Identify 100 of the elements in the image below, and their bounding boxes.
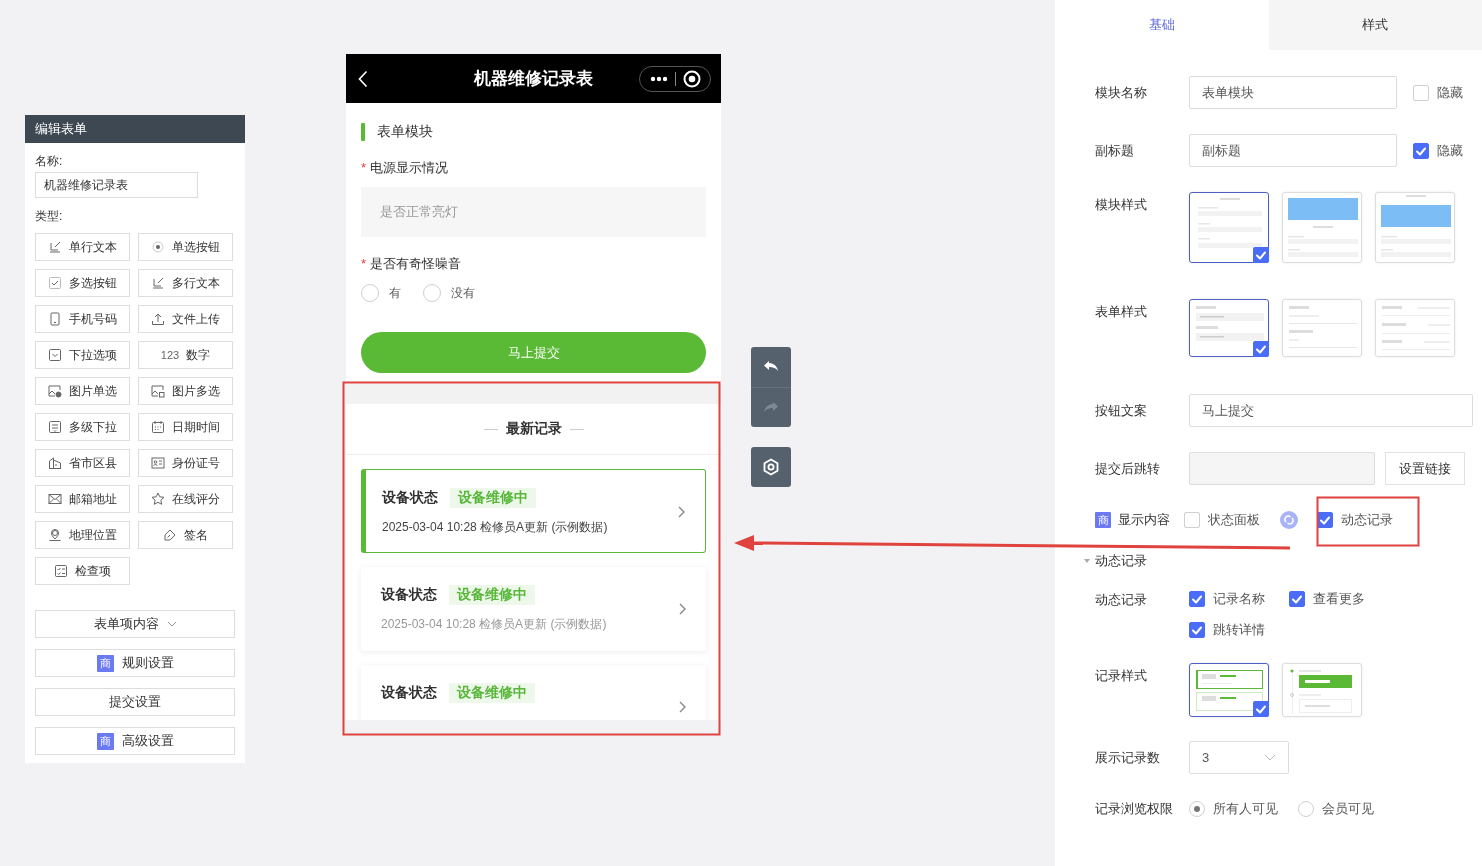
field-type-button[interactable]: 多行文本 xyxy=(138,269,233,297)
field-type-button[interactable]: 邮箱地址 xyxy=(35,485,130,513)
module-title: 表单模块 xyxy=(377,123,433,141)
field-type-button[interactable]: 地理位置 xyxy=(35,521,130,549)
status-tag: 设备维修中 xyxy=(449,585,535,605)
envelope-icon xyxy=(48,492,62,506)
field-label: 提交后跳转 xyxy=(1095,459,1161,478)
field-type-button[interactable]: 图片单选 xyxy=(35,377,130,405)
layout-preview-drawing xyxy=(1289,306,1357,348)
premium-badge: 商 xyxy=(1095,512,1111,528)
premium-badge: 商 xyxy=(96,732,114,750)
field-type-button[interactable]: 文件上传 xyxy=(138,305,233,333)
radio-button[interactable] xyxy=(423,284,441,302)
record-card[interactable]: 设备状态 设备维修中 xyxy=(361,665,706,720)
location-icon xyxy=(48,528,62,542)
field-type-button[interactable]: 身份证号 xyxy=(138,449,233,477)
premium-badge: 商 xyxy=(96,654,114,672)
field-label: 模块名称 xyxy=(1095,83,1148,102)
style-thumbnail[interactable] xyxy=(1189,192,1269,263)
layout-preview-drawing xyxy=(1288,198,1358,257)
radio-label: 会员可见 xyxy=(1322,800,1374,818)
settings-button[interactable] xyxy=(751,447,791,487)
status-tag: 设备维修中 xyxy=(450,488,536,508)
checkbox[interactable] xyxy=(1413,142,1429,159)
checkbox-icon xyxy=(48,276,62,290)
section-button[interactable]: 表单项内容 xyxy=(35,610,235,638)
question-label: 电源显示情况 xyxy=(370,159,449,177)
field-label: 副标题 xyxy=(1095,141,1135,160)
field-type-button[interactable]: 在线评分 xyxy=(138,485,233,513)
image-icon xyxy=(151,384,165,398)
field-type-button[interactable]: 单行文本 xyxy=(35,233,130,261)
field-type-button[interactable]: 单选按钮 xyxy=(138,233,233,261)
name-input[interactable]: 机器维修记录表 xyxy=(35,172,198,198)
edit-icon xyxy=(48,240,62,254)
record-title: 设备状态 xyxy=(382,489,438,507)
back-icon[interactable] xyxy=(358,69,368,88)
radio-button[interactable] xyxy=(361,284,379,302)
chevron-down-icon xyxy=(166,621,177,627)
checkbox[interactable] xyxy=(1289,591,1305,607)
record-card[interactable]: 设备状态 设备维修中 2025-03-04 10:28 检修员A更新 (示例数据) xyxy=(361,567,706,651)
count-select[interactable]: 3 xyxy=(1189,741,1289,774)
field-type-button[interactable]: 多级下拉 xyxy=(35,413,130,441)
field-type-button[interactable]: 123 数字 xyxy=(138,341,233,369)
field-label: 记录浏览权限 xyxy=(1095,800,1174,818)
tab[interactable]: 样式 xyxy=(1268,0,1482,50)
section-button[interactable]: 商 高级设置 xyxy=(35,727,235,755)
upload-icon xyxy=(151,312,165,326)
field-label: 动态记录 xyxy=(1095,591,1148,609)
field-label: 展示记录数 xyxy=(1095,748,1161,767)
section-toggle[interactable]: 动态记录 xyxy=(1055,552,1482,570)
record-meta: 2025-03-04 10:28 检修员A更新 (示例数据) xyxy=(382,519,609,536)
number-icon: 123 xyxy=(160,349,180,361)
field-type-button[interactable]: 手机号码 xyxy=(35,305,130,333)
radio-icon xyxy=(151,240,165,254)
field-label: 显示内容 xyxy=(1118,511,1170,529)
field-type-button[interactable]: 下拉选项 xyxy=(35,341,130,369)
star-icon xyxy=(151,492,165,506)
style-thumbnail[interactable] xyxy=(1189,663,1269,717)
section-button[interactable]: 商 规则设置 xyxy=(35,649,235,677)
checkbox-label: 状态面板 xyxy=(1208,511,1260,529)
section-title: 最新记录 xyxy=(505,420,562,438)
section-button[interactable]: 提交设置 xyxy=(35,688,235,716)
field-label: 记录样式 xyxy=(1095,667,1148,685)
field-type-button[interactable]: 省市区县 xyxy=(35,449,130,477)
record-meta: 2025-03-04 10:28 检修员A更新 (示例数据) xyxy=(381,616,608,633)
more-icon[interactable] xyxy=(649,75,668,82)
radio-button[interactable] xyxy=(1298,801,1314,817)
set-link-button[interactable]: 设置链接 xyxy=(1385,452,1465,485)
text-input[interactable]: 马上提交 xyxy=(1189,394,1473,427)
radio-button[interactable] xyxy=(1189,801,1205,817)
field-type-button[interactable]: 多选按钮 xyxy=(35,269,130,297)
record-card[interactable]: 设备状态 设备维修中 2025-03-04 10:28 检修员A更新 (示例数据) xyxy=(361,469,706,553)
phone-icon xyxy=(48,312,62,326)
checkbox-label: 动态记录 xyxy=(1341,511,1393,529)
field-label: 类型: xyxy=(35,208,64,225)
text-input[interactable]: 表单模块 xyxy=(1189,76,1397,109)
layout-preview-drawing xyxy=(1382,306,1450,350)
image-icon xyxy=(48,384,62,398)
style-thumbnail[interactable] xyxy=(1189,299,1269,357)
checkbox-label: 跳转详情 xyxy=(1213,621,1265,639)
url-input[interactable] xyxy=(1189,452,1375,485)
checkbox[interactable] xyxy=(1189,622,1205,638)
text-input[interactable]: 副标题 xyxy=(1189,134,1397,167)
required-mark: * xyxy=(361,256,367,271)
record-title: 设备状态 xyxy=(381,586,437,604)
field-type-button[interactable]: 图片多选 xyxy=(138,377,233,405)
checkbox-label: 记录名称 xyxy=(1213,590,1265,608)
layout-preview-drawing xyxy=(1381,195,1451,257)
target-icon[interactable] xyxy=(682,69,701,88)
undo-button[interactable] xyxy=(751,347,791,387)
accent-bar xyxy=(361,123,365,141)
checkbox[interactable] xyxy=(1189,591,1205,607)
field-label: 名称: xyxy=(35,153,64,170)
panel-title: 编辑表单 xyxy=(25,115,245,143)
field-type-button[interactable]: 检查项 xyxy=(35,557,130,585)
field-type-button[interactable]: 签名 xyxy=(138,521,233,549)
layout-preview-drawing xyxy=(1196,670,1263,711)
dropdown-icon xyxy=(48,348,62,362)
field-type-button[interactable]: 日期时间 xyxy=(138,413,233,441)
chevron-right-icon xyxy=(679,603,686,615)
